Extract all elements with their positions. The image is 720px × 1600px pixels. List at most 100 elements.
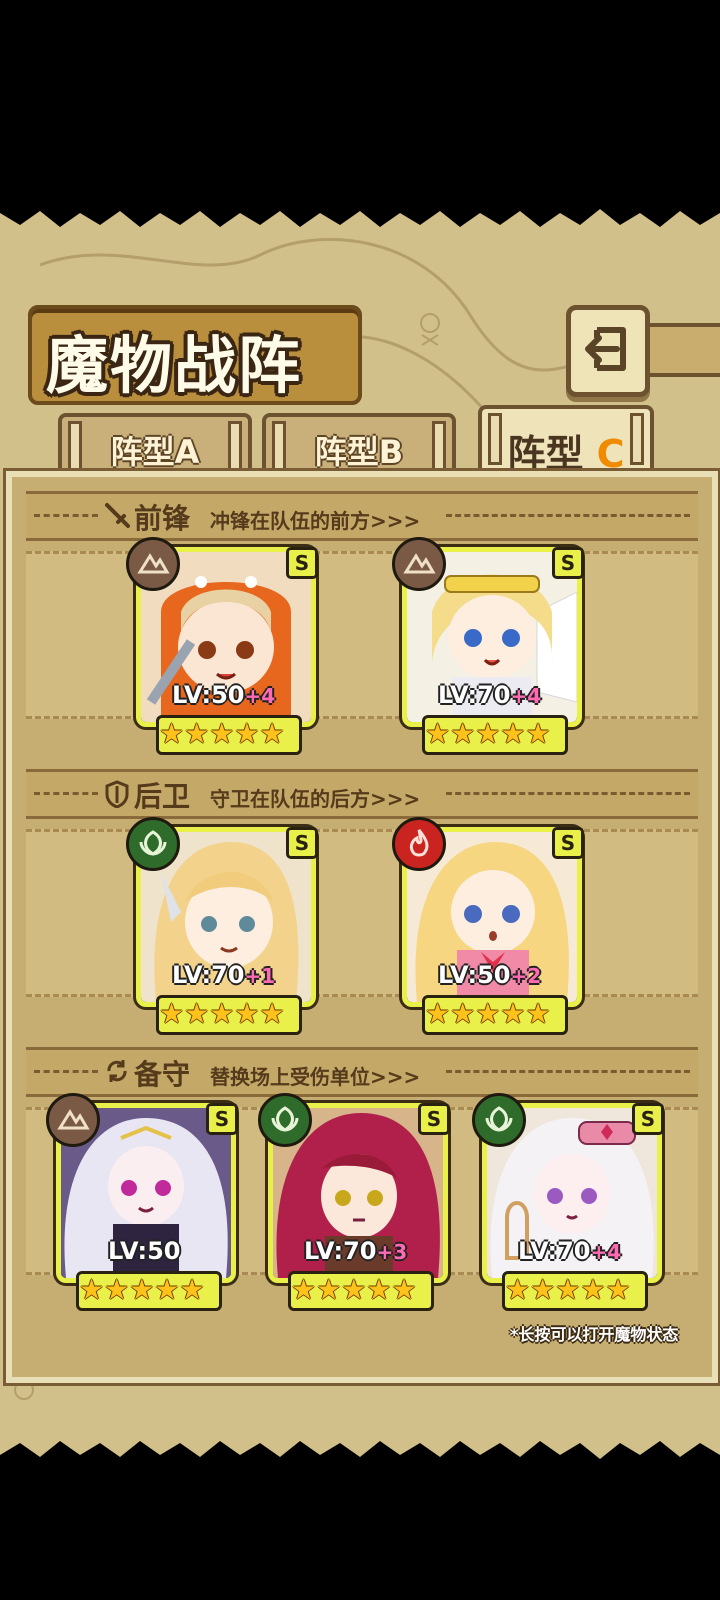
tab-formation-a[interactable]: 阵型A <box>58 413 252 479</box>
star-icon: ★ <box>179 1273 205 1306</box>
section-title-front: 前锋 <box>134 502 191 535</box>
star-icon: ★ <box>425 717 451 750</box>
star-icon: ★ <box>154 1273 180 1306</box>
tab-post <box>630 413 644 465</box>
divider-dash <box>34 514 98 517</box>
monster-card-front-1[interactable]: S LV:50+4 ★★★★★ <box>126 537 318 755</box>
grade-badge: S <box>206 1103 238 1135</box>
star-icon: ★ <box>530 1273 556 1306</box>
section-desc-rear: 守卫在队伍的后方>>> <box>210 787 421 811</box>
divider-dash <box>446 1070 690 1073</box>
header-bar-decoration <box>640 323 720 377</box>
monster-card-reserve-1[interactable]: S LV:50 ★★★★★ <box>46 1093 238 1311</box>
plus-value: +4 <box>590 1240 622 1264</box>
section-desc-reserve: 替换场上受伤单位>>> <box>210 1065 421 1089</box>
star-rating: ★★★★★ <box>156 715 302 755</box>
level-label: LV:50 <box>108 1237 180 1265</box>
level-label: LV:50+4 <box>172 681 275 709</box>
star-icon: ★ <box>209 717 235 750</box>
divider-dash <box>446 514 690 517</box>
nature-element-icon <box>472 1093 526 1147</box>
torn-edge-top <box>0 195 720 227</box>
section-title-rear: 后卫 <box>134 780 191 813</box>
monster-card-rear-2[interactable]: S LV:50+2 ★★★★★ <box>392 817 584 1035</box>
fire-element-icon <box>392 817 446 871</box>
grade-badge: S <box>286 547 318 579</box>
monster-card-front-2[interactable]: S LV:70+4 ★★★★★ <box>392 537 584 755</box>
tab-formation-b[interactable]: 阵型B <box>262 413 456 479</box>
level-label: LV:70+4 <box>438 681 541 709</box>
star-icon: ★ <box>341 1273 367 1306</box>
nature-element-icon <box>126 817 180 871</box>
sword-icon <box>105 503 130 528</box>
back-button[interactable] <box>566 305 650 397</box>
star-rating: ★★★★★ <box>422 995 568 1035</box>
star-icon: ★ <box>605 1273 631 1306</box>
earth-element-icon <box>46 1093 100 1147</box>
monster-card-rear-1[interactable]: S LV:70+1 ★★★★★ <box>126 817 318 1035</box>
star-icon: ★ <box>450 717 476 750</box>
shield-icon <box>105 780 129 808</box>
grade-badge: S <box>552 547 584 579</box>
star-icon: ★ <box>129 1273 155 1306</box>
star-icon: ★ <box>291 1273 317 1306</box>
star-icon: ★ <box>525 717 551 750</box>
star-icon: ★ <box>234 997 260 1030</box>
tab-label: 阵型 C <box>482 423 650 478</box>
star-rating: ★★★★★ <box>502 1271 648 1311</box>
star-icon: ★ <box>500 717 526 750</box>
level-value: LV:70 <box>172 961 245 989</box>
star-icon: ★ <box>259 717 285 750</box>
plus-value: +1 <box>244 964 276 988</box>
star-icon: ★ <box>500 997 526 1030</box>
section-header-front: 前锋 冲锋在队伍的前方>>> <box>26 491 698 541</box>
level-value: LV:50 <box>172 681 245 709</box>
section-header-reserve: 备守 替换场上受伤单位>>> <box>26 1047 698 1097</box>
divider-dash <box>34 1070 98 1073</box>
monster-card-reserve-2[interactable]: S LV:70+3 ★★★★★ <box>258 1093 450 1311</box>
earth-element-icon <box>126 537 180 591</box>
monster-card-reserve-3[interactable]: S LV:70+4 ★★★★★ <box>472 1093 664 1311</box>
star-icon: ★ <box>475 717 501 750</box>
star-rating: ★★★★★ <box>288 1271 434 1311</box>
star-icon: ★ <box>79 1273 105 1306</box>
star-icon: ★ <box>104 1273 130 1306</box>
grade-badge: S <box>632 1103 664 1135</box>
divider-dash <box>446 792 690 795</box>
title-plate: 魔物战阵 <box>28 305 362 405</box>
level-value: LV:70 <box>438 681 511 709</box>
grade-badge: S <box>286 827 318 859</box>
star-rating: ★★★★★ <box>76 1271 222 1311</box>
level-label: LV:50+2 <box>438 961 541 989</box>
star-icon: ★ <box>505 1273 531 1306</box>
star-icon: ★ <box>234 717 260 750</box>
level-value: LV:70 <box>304 1237 377 1265</box>
long-press-hint: *长按可以打开魔物状态 <box>510 1325 679 1344</box>
row-band-rear <box>26 829 698 997</box>
star-icon: ★ <box>184 717 210 750</box>
star-icon: ★ <box>316 1273 342 1306</box>
divider-dash <box>34 792 98 795</box>
level-value: LV:50 <box>438 961 511 989</box>
level-label: LV:70+4 <box>518 1237 621 1265</box>
star-icon: ★ <box>425 997 451 1030</box>
torn-edge-bottom <box>0 1441 720 1473</box>
tab-post <box>432 421 446 473</box>
level-label: LV:70+1 <box>172 961 275 989</box>
formation-panel: 魔物战阵 阵型A 阵型B 阵型 C 前锋 冲锋在队伍的前方>>> S LV:50… <box>0 195 720 1473</box>
tab-label: 阵型B <box>314 433 404 471</box>
formation-frame: 前锋 冲锋在队伍的前方>>> S LV:50+4 ★★★★★ S LV:70+4… <box>3 468 720 1386</box>
level-value: LV:70 <box>518 1237 591 1265</box>
star-icon: ★ <box>525 997 551 1030</box>
tab-label-accent: C <box>596 432 625 476</box>
star-icon: ★ <box>159 717 185 750</box>
tab-label: 阵型A <box>110 433 200 471</box>
star-icon: ★ <box>450 997 476 1030</box>
nature-element-icon <box>258 1093 312 1147</box>
star-icon: ★ <box>366 1273 392 1306</box>
level-value: LV:50 <box>108 1237 181 1265</box>
section-title-reserve: 备守 <box>134 1058 191 1091</box>
star-rating: ★★★★★ <box>422 715 568 755</box>
star-icon: ★ <box>555 1273 581 1306</box>
level-label: LV:70+3 <box>304 1237 407 1265</box>
